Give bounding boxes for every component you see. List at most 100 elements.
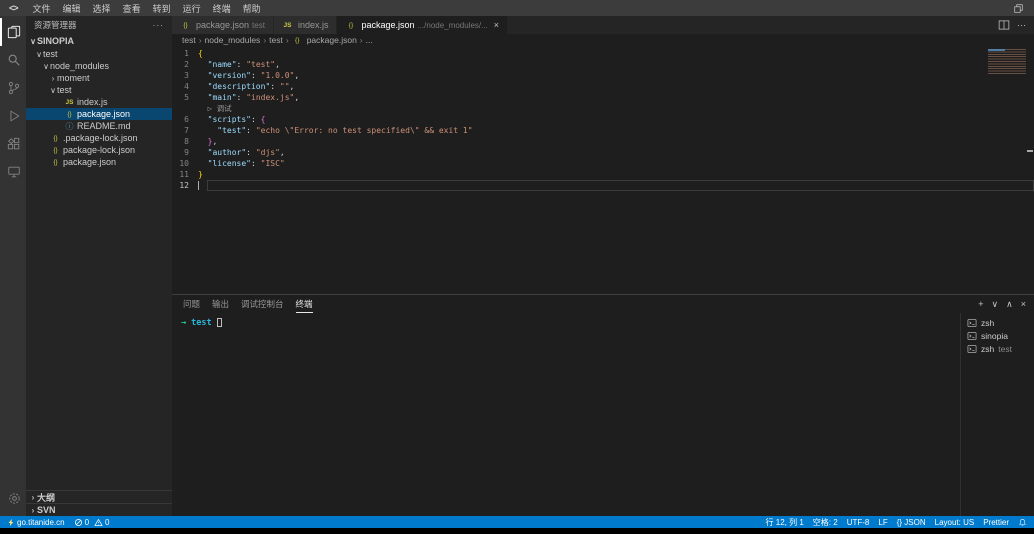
terminal-list-item-zsh[interactable]: zsh: [961, 316, 1034, 329]
remote-indicator[interactable]: go.titanide.cn: [7, 518, 65, 527]
json-file-icon: {}: [64, 111, 75, 118]
tab-label: package.json: [361, 20, 414, 30]
status-item[interactable]: UTF-8: [847, 517, 870, 528]
problems-indicator[interactable]: 0 0: [74, 518, 110, 527]
search-icon[interactable]: [0, 46, 26, 74]
status-item[interactable]: 行 12, 列 1: [766, 517, 804, 528]
menu-item-查看[interactable]: 查看: [117, 2, 147, 15]
tree-item-.package-lock.json[interactable]: {}.package-lock.json: [26, 132, 172, 144]
status-item[interactable]: LF: [878, 517, 887, 528]
menu-item-选择[interactable]: 选择: [87, 2, 117, 15]
sidebar-section-大纲[interactable]: ›大纲: [26, 490, 172, 503]
maximize-panel-icon[interactable]: ∧: [1006, 299, 1013, 310]
line-content: "description": "",: [198, 81, 294, 92]
explorer-tree: ∨test∨node_modules›moment∨testJSindex.js…: [26, 48, 172, 168]
tree-item-test[interactable]: ∨test: [26, 84, 172, 96]
tree-item-moment[interactable]: ›moment: [26, 72, 172, 84]
tree-item-index.js[interactable]: JSindex.js: [26, 96, 172, 108]
panel-tab-终端[interactable]: 终端: [296, 295, 313, 313]
line-content: "name": "test",: [198, 59, 280, 70]
menu-item-编辑[interactable]: 编辑: [57, 2, 87, 15]
breadcrumb-item[interactable]: {}package.json: [292, 35, 357, 45]
line-number: 12: [172, 180, 198, 191]
json-file-icon: {}: [50, 147, 61, 154]
menu-item-文件[interactable]: 文件: [27, 2, 57, 15]
code-line: 5 "main": "index.js",: [172, 92, 1034, 103]
code-editor[interactable]: 1{2 "name": "test",3 "version": "1.0.0",…: [172, 46, 1034, 294]
sidebar-section-SVN[interactable]: ›SVN: [26, 503, 172, 516]
line-number: 10: [172, 158, 198, 169]
tree-item-node_modules[interactable]: ∨node_modules: [26, 60, 172, 72]
line-number: 6: [172, 114, 198, 125]
panel-tab-调试控制台[interactable]: 调试控制台: [241, 295, 284, 313]
sidebar-explorer: 资源管理器 ··· ∨ SINOPIA ∨test∨node_modules›m…: [26, 16, 172, 516]
chevron-icon: ›: [49, 74, 57, 83]
split-editor-icon[interactable]: [998, 19, 1010, 31]
breadcrumb-item[interactable]: ...: [366, 35, 373, 45]
tab-detail: test: [252, 21, 265, 30]
breadcrumb-item[interactable]: node_modules: [205, 35, 261, 45]
menu-item-运行[interactable]: 运行: [177, 2, 207, 15]
explorer-icon[interactable]: [0, 18, 26, 46]
codelens-debug[interactable]: ▷ 调试: [208, 104, 232, 113]
panel-tab-输出[interactable]: 输出: [212, 295, 229, 313]
remote-explorer-icon[interactable]: [0, 158, 26, 186]
status-item[interactable]: 空格: 2: [813, 517, 838, 528]
tab-index.js[interactable]: JSindex.js: [274, 16, 338, 34]
breadcrumb-item[interactable]: test: [182, 35, 196, 45]
tab-package.json[interactable]: {}package.json.../node_modules/...×: [337, 16, 508, 34]
tree-item-package.json[interactable]: {}package.json: [26, 108, 172, 120]
terminal-dropdown-chevron-icon[interactable]: ∨: [992, 299, 999, 310]
run-debug-icon[interactable]: [0, 102, 26, 130]
line-number: 5: [172, 92, 198, 103]
chevron-icon: ∨: [42, 62, 50, 71]
menu-item-终端[interactable]: 终端: [207, 2, 237, 15]
terminal-output[interactable]: →test: [172, 313, 960, 516]
breadcrumb-item[interactable]: test: [269, 35, 283, 45]
line-content: "author": "djs",: [198, 147, 285, 158]
bell-icon[interactable]: [1018, 518, 1027, 527]
code-line: 3 "version": "1.0.0",: [172, 70, 1034, 81]
tree-item-README.md[interactable]: ⓘREADME.md: [26, 120, 172, 132]
source-control-icon[interactable]: [0, 74, 26, 102]
panel-tab-问题[interactable]: 问题: [183, 295, 200, 313]
tree-item-package.json[interactable]: {}package.json: [26, 156, 172, 168]
breadcrumb-separator: ›: [199, 35, 202, 45]
warning-icon: [94, 518, 103, 527]
close-panel-icon[interactable]: ×: [1021, 299, 1026, 309]
menu-item-转到[interactable]: 转到: [147, 2, 177, 15]
tree-item-label: package-lock.json: [63, 145, 135, 155]
terminal-list-item-zsh[interactable]: zshtest: [961, 342, 1034, 355]
line-content: "test": "echo \"Error: no test specified…: [198, 125, 473, 136]
workspace-section-header[interactable]: ∨ SINOPIA: [26, 34, 172, 48]
more-actions-icon[interactable]: ···: [1017, 20, 1026, 30]
line-number: 7: [172, 125, 198, 136]
window-edge: [0, 528, 1034, 534]
code-line: 4 "description": "",: [172, 81, 1034, 92]
more-actions-icon[interactable]: ···: [153, 20, 165, 30]
tree-item-package-lock.json[interactable]: {}package-lock.json: [26, 144, 172, 156]
info-file-icon: ⓘ: [64, 121, 75, 132]
terminal-list-item-sinopia[interactable]: sinopia: [961, 329, 1034, 342]
tree-item-label: package.json: [63, 157, 116, 167]
titlebar: <> 文件编辑选择查看转到运行终端帮助: [0, 0, 1034, 16]
close-icon[interactable]: ×: [494, 20, 499, 30]
breadcrumb-separator: ›: [263, 35, 266, 45]
editor-group: {}package.jsontestJSindex.js{}package.js…: [172, 16, 1034, 516]
status-item[interactable]: {} JSON: [897, 517, 926, 528]
new-terminal-icon[interactable]: +: [978, 299, 983, 309]
line-number: 4: [172, 81, 198, 92]
menu-item-帮助[interactable]: 帮助: [237, 2, 267, 15]
section-label: 大纲: [37, 491, 55, 504]
tree-item-test[interactable]: ∨test: [26, 48, 172, 60]
restore-window-icon[interactable]: [1013, 3, 1024, 14]
status-item[interactable]: Layout: US: [935, 517, 975, 528]
minimap[interactable]: [988, 49, 1026, 75]
settings-gear-icon[interactable]: [0, 484, 26, 512]
status-item[interactable]: Prettier: [983, 517, 1009, 528]
tab-package.json[interactable]: {}package.jsontest: [172, 16, 274, 34]
breadcrumb-separator: ›: [286, 35, 289, 45]
extensions-icon[interactable]: [0, 130, 26, 158]
line-content: "scripts": {: [198, 114, 265, 125]
code-line: 12: [172, 180, 1034, 191]
